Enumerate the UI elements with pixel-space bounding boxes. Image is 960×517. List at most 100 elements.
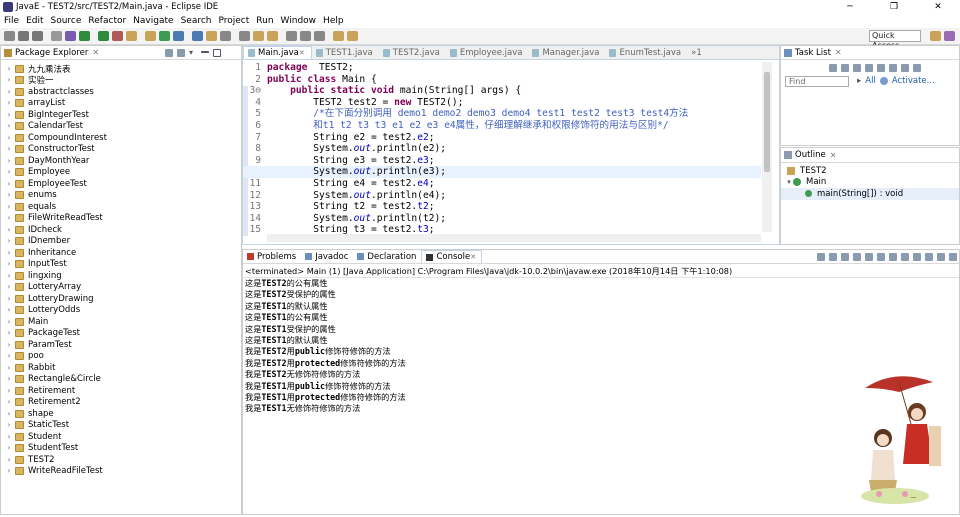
project-item[interactable]: › EmployeeTest bbox=[1, 178, 241, 190]
nav-back-icon[interactable] bbox=[333, 31, 344, 41]
new-class-icon[interactable] bbox=[159, 31, 170, 41]
project-item[interactable]: › TEST2 bbox=[1, 454, 241, 466]
code-line[interactable]: String e3 = test2.e3; bbox=[267, 155, 761, 167]
collapse-all-icon[interactable] bbox=[889, 64, 897, 72]
chevron-right-icon[interactable]: › bbox=[5, 398, 13, 406]
pin-editor-icon[interactable] bbox=[286, 31, 297, 41]
maximize-button[interactable]: ❐ bbox=[872, 0, 916, 14]
menu-search[interactable]: Search bbox=[177, 16, 215, 26]
chevron-right-icon[interactable]: › bbox=[5, 249, 13, 257]
chevron-right-icon[interactable]: › bbox=[5, 203, 13, 211]
project-item[interactable]: › poo bbox=[1, 351, 241, 363]
close-tab-icon[interactable]: ✕ bbox=[92, 48, 99, 57]
project-item[interactable]: › StaticTest bbox=[1, 420, 241, 432]
code-line[interactable]: System.out.println(t2); bbox=[267, 213, 761, 225]
java-ee-perspective-icon[interactable] bbox=[930, 31, 941, 41]
chevron-right-icon[interactable]: › bbox=[5, 410, 13, 418]
maximize-view-icon[interactable] bbox=[949, 253, 957, 261]
open-task-icon[interactable] bbox=[206, 31, 217, 41]
project-item[interactable]: › InputTest bbox=[1, 259, 241, 271]
print-icon[interactable] bbox=[51, 31, 62, 41]
menu-project[interactable]: Project bbox=[214, 16, 252, 26]
project-item[interactable]: › LotteryArray bbox=[1, 282, 241, 294]
run-last-icon[interactable] bbox=[98, 31, 109, 41]
project-item[interactable]: › ConstructorTest bbox=[1, 144, 241, 156]
task-list-title[interactable]: Task List bbox=[792, 48, 831, 58]
prev-edit-icon[interactable] bbox=[253, 31, 264, 41]
project-item[interactable]: › Retirement bbox=[1, 385, 241, 397]
menu-help[interactable]: Help bbox=[319, 16, 347, 26]
code-line[interactable]: System.out.println(e3); bbox=[267, 166, 761, 178]
chevron-right-icon[interactable]: › bbox=[5, 364, 13, 372]
project-item[interactable]: › Inheritance bbox=[1, 247, 241, 259]
chevron-right-icon[interactable]: › bbox=[5, 329, 13, 337]
chevron-right-icon[interactable]: › bbox=[5, 283, 13, 291]
minimize-view-icon[interactable] bbox=[937, 253, 945, 261]
external-tools-icon[interactable] bbox=[112, 31, 123, 41]
editor-tab[interactable]: Main.java ✕ bbox=[243, 46, 312, 59]
package-explorer-title[interactable]: Package Explorer bbox=[12, 48, 88, 58]
search-icon[interactable] bbox=[192, 31, 203, 41]
minimize-button[interactable]: ─ bbox=[828, 0, 872, 14]
all-link[interactable]: All bbox=[865, 76, 876, 86]
chevron-right-icon[interactable]: › bbox=[5, 318, 13, 326]
tab-problems[interactable]: Problems bbox=[243, 250, 301, 263]
chevron-right-icon[interactable]: › bbox=[5, 214, 13, 222]
chevron-right-icon[interactable]: › bbox=[5, 99, 13, 107]
nav-forward-icon[interactable] bbox=[347, 31, 358, 41]
activate-link[interactable]: Activate... bbox=[892, 76, 935, 86]
project-item[interactable]: › arrayList bbox=[1, 98, 241, 110]
next-edit-icon[interactable] bbox=[267, 31, 278, 41]
chevron-right-icon[interactable]: › bbox=[5, 456, 13, 464]
scrollbar-thumb[interactable] bbox=[764, 72, 770, 172]
terminate-icon[interactable] bbox=[817, 253, 825, 261]
back-icon[interactable] bbox=[220, 31, 231, 41]
project-item[interactable]: › Student bbox=[1, 431, 241, 443]
code-line[interactable]: package TEST2; bbox=[267, 62, 761, 74]
horizontal-scrollbar[interactable] bbox=[267, 234, 761, 242]
debug-icon[interactable] bbox=[65, 31, 76, 41]
chevron-right-icon[interactable]: › bbox=[5, 88, 13, 96]
editor-tab[interactable]: EnumTest.java bbox=[605, 46, 687, 59]
new-icon[interactable] bbox=[4, 31, 15, 41]
java-perspective-icon[interactable] bbox=[944, 31, 955, 41]
close-tab-icon[interactable]: ✕ bbox=[470, 253, 476, 261]
code-line[interactable]: System.out.println(e4); bbox=[267, 190, 761, 202]
new-package-icon[interactable] bbox=[145, 31, 156, 41]
link-with-editor-icon[interactable] bbox=[177, 49, 185, 57]
display-console-icon[interactable] bbox=[913, 253, 921, 261]
project-item[interactable]: › 九九乘法表 bbox=[1, 63, 241, 75]
view-menu-icon[interactable]: ▾ bbox=[189, 49, 197, 57]
project-item[interactable]: › StudentTest bbox=[1, 443, 241, 455]
filter-icon[interactable] bbox=[841, 64, 849, 72]
code-line[interactable]: /*在下面分别调用 demo1 demo2 demo3 demo4 test1 … bbox=[267, 108, 761, 120]
show-on-output-icon[interactable] bbox=[877, 253, 885, 261]
remove-launch-icon[interactable] bbox=[829, 253, 837, 261]
chevron-right-icon[interactable]: › bbox=[5, 433, 13, 441]
forward-icon[interactable] bbox=[239, 31, 250, 41]
project-item[interactable]: › Main bbox=[1, 316, 241, 328]
code-line[interactable]: String e2 = test2.e2; bbox=[267, 132, 761, 144]
outline-item-method[interactable]: main(String[]) : void bbox=[781, 188, 959, 200]
code-line[interactable]: public class Main { bbox=[267, 74, 761, 86]
code-line[interactable]: public static void main(String[] args) { bbox=[267, 85, 761, 97]
project-item[interactable]: › IDnember bbox=[1, 236, 241, 248]
project-item[interactable]: › CompoundInterest bbox=[1, 132, 241, 144]
chevron-right-icon[interactable]: › bbox=[5, 341, 13, 349]
code-line[interactable]: TEST2 test2 = new TEST2(); bbox=[267, 97, 761, 109]
chevron-right-icon[interactable]: › bbox=[5, 387, 13, 395]
project-item[interactable]: › BigIntegerTest bbox=[1, 109, 241, 121]
menu-run[interactable]: Run bbox=[252, 16, 276, 26]
categorize-icon[interactable] bbox=[853, 64, 861, 72]
chevron-right-icon[interactable]: › bbox=[5, 168, 13, 176]
project-item[interactable]: › Rabbit bbox=[1, 362, 241, 374]
vertical-scrollbar[interactable] bbox=[762, 62, 772, 232]
outline-item-package[interactable]: TEST2 bbox=[781, 165, 959, 177]
project-item[interactable]: › shape bbox=[1, 408, 241, 420]
menu-edit[interactable]: Edit bbox=[22, 16, 46, 26]
close-tab-icon[interactable]: ✕ bbox=[830, 151, 837, 160]
project-item[interactable]: › abstractclasses bbox=[1, 86, 241, 98]
chevron-right-icon[interactable]: › bbox=[5, 352, 13, 360]
run-icon[interactable] bbox=[79, 31, 90, 41]
code-line[interactable]: String e4 = test2.e4; bbox=[267, 178, 761, 190]
